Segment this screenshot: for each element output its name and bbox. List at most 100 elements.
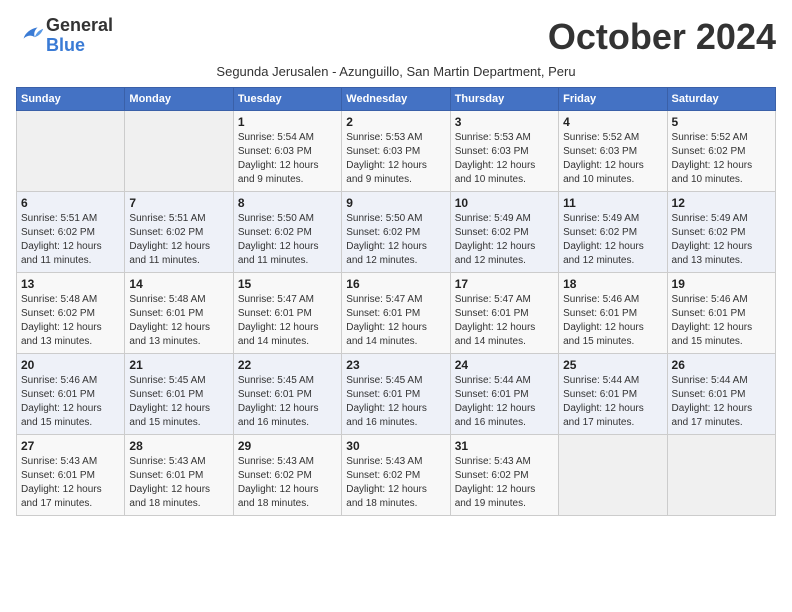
day-info: Sunrise: 5:47 AM Sunset: 6:01 PM Dayligh…: [455, 293, 554, 349]
day-number: 16: [346, 277, 445, 291]
calendar-table: SundayMondayTuesdayWednesdayThursdayFrid…: [16, 87, 776, 516]
day-info: Sunrise: 5:45 AM Sunset: 6:01 PM Dayligh…: [346, 374, 445, 430]
calendar-subtitle: Segunda Jerusalen - Azunguillo, San Mart…: [16, 64, 776, 79]
calendar-cell: 26 Sunrise: 5:44 AM Sunset: 6:01 PM Dayli…: [667, 354, 775, 435]
calendar-cell: 30 Sunrise: 5:43 AM Sunset: 6:02 PM Dayli…: [342, 435, 450, 516]
calendar-cell: 29 Sunrise: 5:43 AM Sunset: 6:02 PM Dayli…: [233, 435, 341, 516]
calendar-cell: 15 Sunrise: 5:47 AM Sunset: 6:01 PM Dayli…: [233, 273, 341, 354]
logo: General Blue: [16, 16, 113, 56]
weekday-header-row: SundayMondayTuesdayWednesdayThursdayFrid…: [17, 88, 776, 111]
day-number: 28: [129, 439, 228, 453]
day-info: Sunrise: 5:49 AM Sunset: 6:02 PM Dayligh…: [672, 212, 771, 268]
month-title: October 2024: [548, 16, 776, 58]
calendar-week-row: 27 Sunrise: 5:43 AM Sunset: 6:01 PM Dayli…: [17, 435, 776, 516]
day-number: 30: [346, 439, 445, 453]
logo-general-text: General: [46, 15, 113, 35]
day-info: Sunrise: 5:53 AM Sunset: 6:03 PM Dayligh…: [455, 131, 554, 187]
day-info: Sunrise: 5:46 AM Sunset: 6:01 PM Dayligh…: [672, 293, 771, 349]
day-number: 22: [238, 358, 337, 372]
calendar-header: SundayMondayTuesdayWednesdayThursdayFrid…: [17, 88, 776, 111]
calendar-cell: 27 Sunrise: 5:43 AM Sunset: 6:01 PM Dayli…: [17, 435, 125, 516]
day-number: 14: [129, 277, 228, 291]
calendar-cell: 9 Sunrise: 5:50 AM Sunset: 6:02 PM Daylig…: [342, 192, 450, 273]
day-number: 23: [346, 358, 445, 372]
day-info: Sunrise: 5:46 AM Sunset: 6:01 PM Dayligh…: [21, 374, 120, 430]
day-info: Sunrise: 5:50 AM Sunset: 6:02 PM Dayligh…: [346, 212, 445, 268]
logo-blue-text: Blue: [46, 35, 85, 55]
calendar-cell: 1 Sunrise: 5:54 AM Sunset: 6:03 PM Daylig…: [233, 111, 341, 192]
day-number: 12: [672, 196, 771, 210]
day-number: 9: [346, 196, 445, 210]
calendar-cell: 21Sunrise: 5:45 AM Sunset: 6:01 PM Dayli…: [125, 354, 233, 435]
calendar-cell: 5Sunrise: 5:52 AM Sunset: 6:02 PM Daylig…: [667, 111, 775, 192]
calendar-cell: [17, 111, 125, 192]
calendar-cell: [125, 111, 233, 192]
calendar-cell: 4Sunrise: 5:52 AM Sunset: 6:03 PM Daylig…: [559, 111, 667, 192]
day-info: Sunrise: 5:43 AM Sunset: 6:01 PM Dayligh…: [21, 455, 120, 511]
day-number: 27: [21, 439, 120, 453]
weekday-header-sunday: Sunday: [17, 88, 125, 111]
day-info: Sunrise: 5:44 AM Sunset: 6:01 PM Dayligh…: [672, 374, 771, 430]
calendar-cell: 23 Sunrise: 5:45 AM Sunset: 6:01 PM Dayli…: [342, 354, 450, 435]
day-number: 1: [238, 115, 337, 129]
day-info: Sunrise: 5:53 AM Sunset: 6:03 PM Dayligh…: [346, 131, 445, 187]
day-number: 20: [21, 358, 120, 372]
day-info: Sunrise: 5:47 AM Sunset: 6:01 PM Dayligh…: [238, 293, 337, 349]
page-header: General Blue October 2024: [16, 16, 776, 58]
weekday-header-saturday: Saturday: [667, 88, 775, 111]
day-number: 5: [672, 115, 771, 129]
calendar-cell: 3 Sunrise: 5:53 AM Sunset: 6:03 PM Daylig…: [450, 111, 558, 192]
day-number: 17: [455, 277, 554, 291]
calendar-cell: 10Sunrise: 5:49 AM Sunset: 6:02 PM Dayli…: [450, 192, 558, 273]
day-info: Sunrise: 5:43 AM Sunset: 6:02 PM Dayligh…: [238, 455, 337, 511]
calendar-cell: 16 Sunrise: 5:47 AM Sunset: 6:01 PM Dayli…: [342, 273, 450, 354]
day-number: 25: [563, 358, 662, 372]
day-info: Sunrise: 5:45 AM Sunset: 6:01 PM Dayligh…: [129, 374, 228, 430]
day-number: 2: [346, 115, 445, 129]
day-info: Sunrise: 5:44 AM Sunset: 6:01 PM Dayligh…: [455, 374, 554, 430]
calendar-cell: 11Sunrise: 5:49 AM Sunset: 6:02 PM Dayli…: [559, 192, 667, 273]
calendar-cell: 22Sunrise: 5:45 AM Sunset: 6:01 PM Dayli…: [233, 354, 341, 435]
weekday-header-wednesday: Wednesday: [342, 88, 450, 111]
day-number: 15: [238, 277, 337, 291]
calendar-week-row: 1 Sunrise: 5:54 AM Sunset: 6:03 PM Daylig…: [17, 111, 776, 192]
day-number: 18: [563, 277, 662, 291]
calendar-week-row: 13Sunrise: 5:48 AM Sunset: 6:02 PM Dayli…: [17, 273, 776, 354]
day-info: Sunrise: 5:43 AM Sunset: 6:02 PM Dayligh…: [346, 455, 445, 511]
day-info: Sunrise: 5:49 AM Sunset: 6:02 PM Dayligh…: [455, 212, 554, 268]
logo-bird-icon: [18, 19, 46, 47]
day-number: 31: [455, 439, 554, 453]
calendar-cell: 31 Sunrise: 5:43 AM Sunset: 6:02 PM Dayli…: [450, 435, 558, 516]
day-number: 29: [238, 439, 337, 453]
logo-text: General Blue: [46, 16, 113, 56]
day-info: Sunrise: 5:51 AM Sunset: 6:02 PM Dayligh…: [129, 212, 228, 268]
day-number: 26: [672, 358, 771, 372]
day-info: Sunrise: 5:48 AM Sunset: 6:02 PM Dayligh…: [21, 293, 120, 349]
calendar-cell: 8Sunrise: 5:50 AM Sunset: 6:02 PM Daylig…: [233, 192, 341, 273]
calendar-cell: 17 Sunrise: 5:47 AM Sunset: 6:01 PM Dayli…: [450, 273, 558, 354]
calendar-cell: 25 Sunrise: 5:44 AM Sunset: 6:01 PM Dayli…: [559, 354, 667, 435]
day-number: 19: [672, 277, 771, 291]
calendar-cell: 7Sunrise: 5:51 AM Sunset: 6:02 PM Daylig…: [125, 192, 233, 273]
calendar-cell: [667, 435, 775, 516]
day-number: 11: [563, 196, 662, 210]
weekday-header-tuesday: Tuesday: [233, 88, 341, 111]
weekday-header-friday: Friday: [559, 88, 667, 111]
calendar-week-row: 6 Sunrise: 5:51 AM Sunset: 6:02 PM Daylig…: [17, 192, 776, 273]
day-info: Sunrise: 5:47 AM Sunset: 6:01 PM Dayligh…: [346, 293, 445, 349]
day-info: Sunrise: 5:50 AM Sunset: 6:02 PM Dayligh…: [238, 212, 337, 268]
day-info: Sunrise: 5:54 AM Sunset: 6:03 PM Dayligh…: [238, 131, 337, 187]
calendar-cell: 24Sunrise: 5:44 AM Sunset: 6:01 PM Dayli…: [450, 354, 558, 435]
day-number: 6: [21, 196, 120, 210]
calendar-week-row: 20 Sunrise: 5:46 AM Sunset: 6:01 PM Dayli…: [17, 354, 776, 435]
day-info: Sunrise: 5:43 AM Sunset: 6:02 PM Dayligh…: [455, 455, 554, 511]
weekday-header-thursday: Thursday: [450, 88, 558, 111]
day-info: Sunrise: 5:44 AM Sunset: 6:01 PM Dayligh…: [563, 374, 662, 430]
weekday-header-monday: Monday: [125, 88, 233, 111]
calendar-cell: 28Sunrise: 5:43 AM Sunset: 6:01 PM Dayli…: [125, 435, 233, 516]
calendar-cell: 6Sunrise: 5:51 AM Sunset: 6:02 PM Daylig…: [17, 192, 125, 273]
calendar-cell: 2 Sunrise: 5:53 AM Sunset: 6:03 PM Daylig…: [342, 111, 450, 192]
calendar-cell: [559, 435, 667, 516]
day-number: 3: [455, 115, 554, 129]
calendar-body: 1 Sunrise: 5:54 AM Sunset: 6:03 PM Daylig…: [17, 111, 776, 516]
